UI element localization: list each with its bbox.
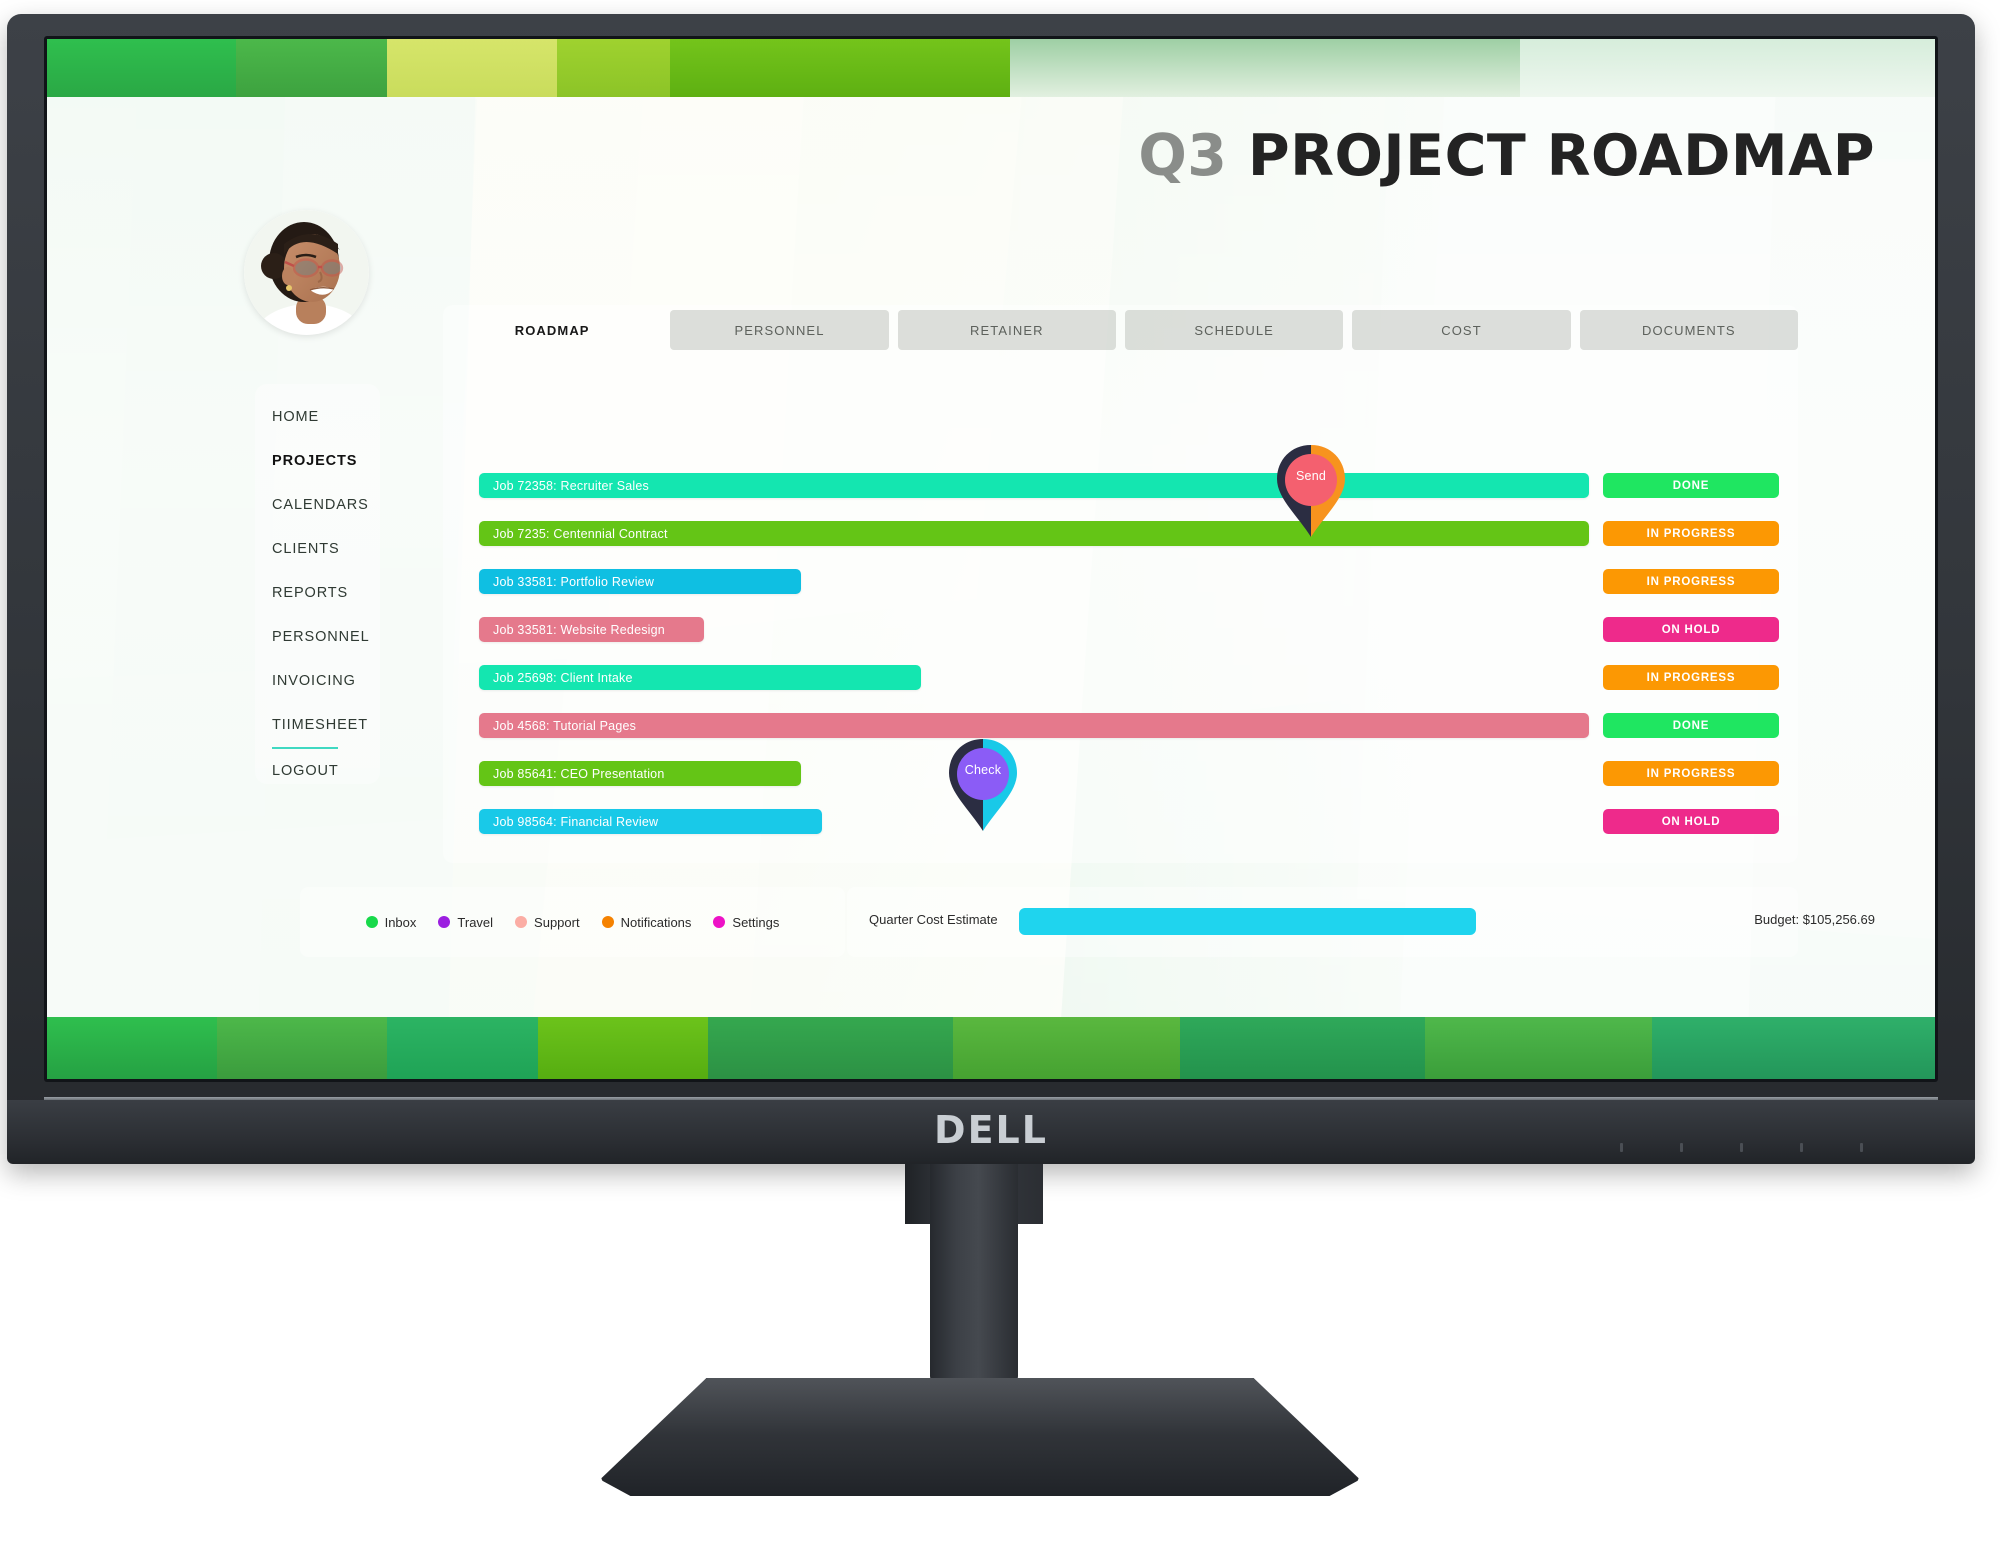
legend-item-support[interactable]: Support xyxy=(515,915,580,930)
legend-label: Notifications xyxy=(620,914,692,930)
project-dashboard-app: Q3 PROJECT ROADMAP HOME PROJECTS CALENDA… xyxy=(47,39,1935,1079)
job-bar[interactable]: Job 25698: Client Intake xyxy=(479,665,921,690)
status-badge[interactable]: IN PROGRESS xyxy=(1603,761,1779,786)
roadmap-row: Job 85641: CEO Presentation IN PROGRESS xyxy=(479,753,1779,801)
monitor-buttons[interactable] xyxy=(1620,1143,1880,1153)
job-bar[interactable]: Job 98564: Financial Review xyxy=(479,809,823,834)
monitor-device: Q3 PROJECT ROADMAP HOME PROJECTS CALENDA… xyxy=(0,0,2000,1542)
legend-dot-icon xyxy=(438,916,451,928)
status-badge[interactable]: ON HOLD xyxy=(1603,809,1779,834)
tab-cost[interactable]: COST xyxy=(1352,310,1571,350)
pin-marker-check[interactable]: Check xyxy=(947,739,1019,831)
cost-estimate-bar[interactable] xyxy=(1019,908,1476,935)
avatar[interactable] xyxy=(244,210,369,335)
tab-roadmap[interactable]: ROADMAP xyxy=(443,310,661,350)
legend-item-travel[interactable]: Travel xyxy=(438,915,493,930)
sidebar-nav: HOME PROJECTS CALENDARS CLIENTS REPORTS PERSO… xyxy=(272,409,392,807)
status-badge[interactable]: IN PROGRESS xyxy=(1603,665,1779,690)
sidebar-item-projects[interactable]: PROJECTS xyxy=(272,453,392,497)
job-bar[interactable]: Job 72358: Recruiter Sales xyxy=(479,473,1590,498)
legend-item-settings[interactable]: Settings xyxy=(713,915,779,930)
sidebar-separator xyxy=(272,747,338,749)
tab-personnel[interactable]: PERSONNEL xyxy=(670,310,889,350)
legend-dot-icon xyxy=(515,916,528,928)
roadmap-row: Job 33581: Website Redesign ON HOLD xyxy=(479,609,1779,657)
status-badge[interactable]: DONE xyxy=(1603,473,1779,498)
tab-schedule[interactable]: SCHEDULE xyxy=(1124,310,1344,350)
map-pin-icon xyxy=(1277,445,1345,537)
sidebar-item-clients[interactable]: CLIENTS xyxy=(272,541,392,585)
sidebar-item-home[interactable]: HOME xyxy=(272,409,392,453)
monitor-stand-neck xyxy=(930,1164,1018,1384)
legend-dot-icon xyxy=(601,916,614,928)
tab-bar: ROADMAP PERSONNEL RETAINER SCHEDULE COST DOCU… xyxy=(443,310,1798,350)
legend-item-inbox[interactable]: Inbox xyxy=(365,914,417,930)
pin-label-check: Check xyxy=(964,763,1002,777)
roadmap-rows: Job 72358: Recruiter Sales DONE Job 7235: … xyxy=(479,465,1779,849)
monitor-screen: Q3 PROJECT ROADMAP HOME PROJECTS CALENDA… xyxy=(47,39,1935,1079)
roadmap-row: Job 7235: Centennial Contract IN PROGRESS xyxy=(479,513,1779,561)
legend-label: Travel xyxy=(457,914,494,930)
sidebar-item-logout[interactable]: LOGOUT xyxy=(272,763,392,807)
sidebar-item-calendars[interactable]: CALENDARS xyxy=(272,497,392,541)
monitor-stand-base-highlight xyxy=(612,1378,1348,1436)
status-badge[interactable]: IN PROGRESS xyxy=(1603,569,1779,594)
status-badge[interactable]: DONE xyxy=(1603,713,1779,738)
tab-documents[interactable]: DOCUMENTS xyxy=(1579,310,1798,350)
roadmap-row: Job 4568: Tutorial Pages DONE xyxy=(479,705,1779,753)
roadmap-row: Job 72358: Recruiter Sales DONE xyxy=(479,465,1779,513)
legend: Inbox Travel Support Notifications Settings xyxy=(300,887,845,957)
legend-dot-icon xyxy=(713,916,726,928)
page-title-accent: Q3 xyxy=(1138,123,1228,189)
map-pin-icon xyxy=(949,739,1017,831)
status-badge[interactable]: IN PROGRESS xyxy=(1603,521,1779,546)
job-bar[interactable]: Job 33581: Website Redesign xyxy=(479,617,704,642)
status-badge[interactable]: ON HOLD xyxy=(1603,617,1779,642)
cost-estimate-label: Quarter Cost Estimate xyxy=(869,912,998,927)
legend-label: Inbox xyxy=(384,914,417,930)
tab-retainer[interactable]: RETAINER xyxy=(897,310,1116,350)
pin-label-send: Send xyxy=(1296,469,1326,483)
page-title-main: PROJECT ROADMAP xyxy=(1247,123,1875,189)
page-title: Q3 PROJECT ROADMAP xyxy=(1138,123,1875,189)
sidebar-item-personnel[interactable]: PERSONNEL xyxy=(272,629,392,673)
legend-label: Support xyxy=(534,914,580,930)
job-bar[interactable]: Job 85641: CEO Presentation xyxy=(479,761,802,786)
roadmap-row: Job 98564: Financial Review ON HOLD xyxy=(479,801,1779,849)
legend-item-notifications[interactable]: Notifications xyxy=(601,914,692,930)
job-bar[interactable]: Job 7235: Centennial Contract xyxy=(479,521,1590,546)
roadmap-row: Job 33581: Portfolio Review IN PROGRESS xyxy=(479,561,1779,609)
roadmap-row: Job 25698: Client Intake IN PROGRESS xyxy=(479,657,1779,705)
user-profile-photo xyxy=(244,210,369,335)
pin-marker-send[interactable]: Send xyxy=(1275,445,1347,537)
legend-dot-icon xyxy=(365,916,378,928)
sidebar-item-tiimesheet[interactable]: TIIMESHEET xyxy=(272,717,392,761)
legend-label: Settings xyxy=(732,914,780,930)
job-bar[interactable]: Job 4568: Tutorial Pages xyxy=(479,713,1590,738)
sidebar-item-invoicing[interactable]: INVOICING xyxy=(272,673,392,717)
sidebar-item-reports[interactable]: REPORTS xyxy=(272,585,392,629)
job-bar[interactable]: Job 33581: Portfolio Review xyxy=(479,569,802,594)
budget-value: Budget: $105,256.69 xyxy=(1754,912,1875,927)
